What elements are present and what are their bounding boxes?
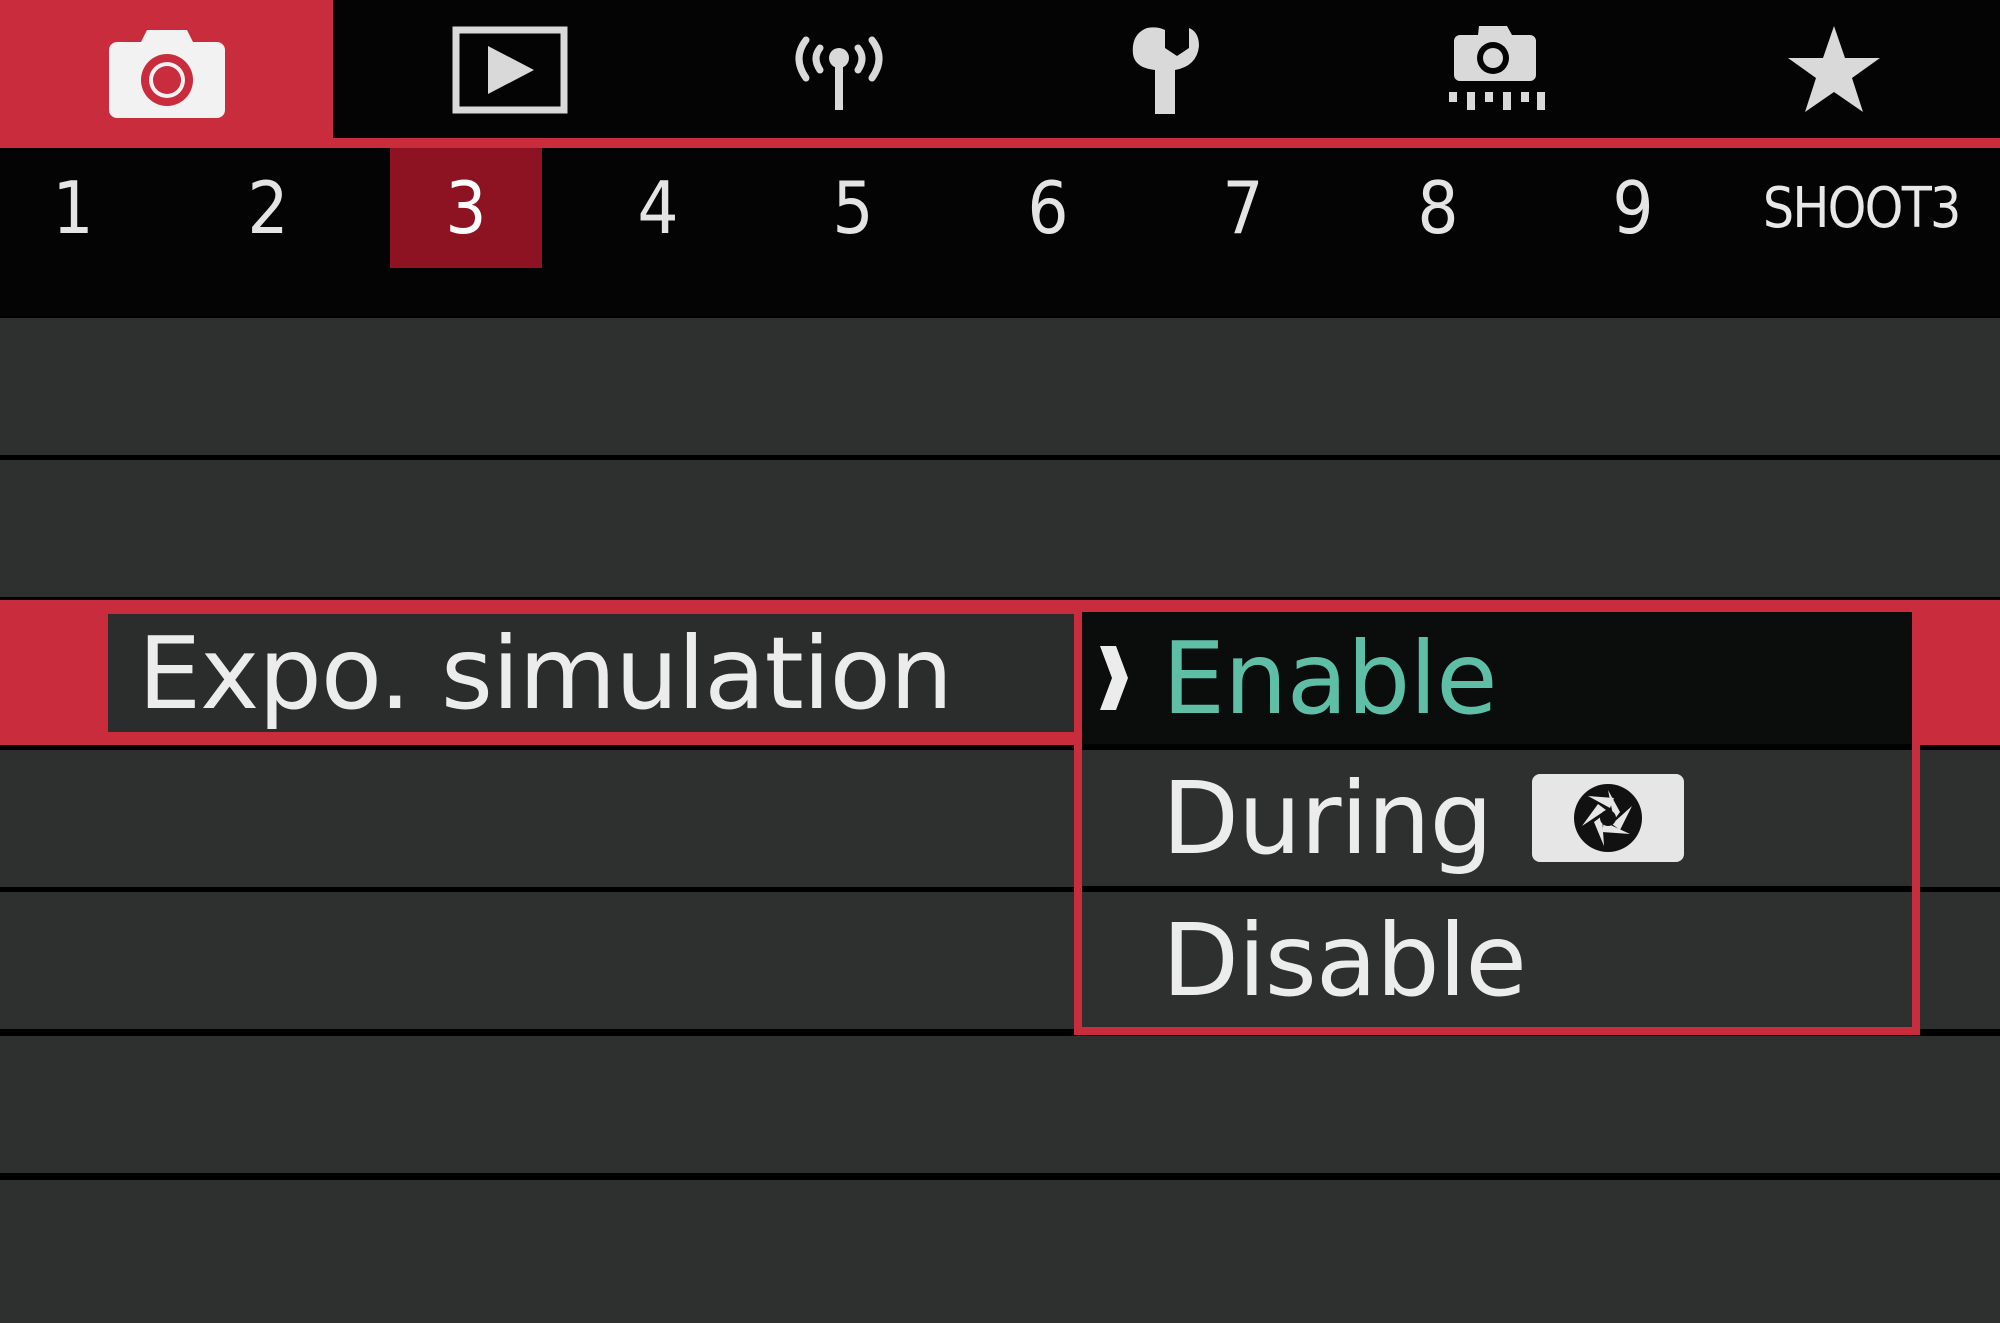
page-tab-7[interactable]: 7 [1200, 148, 1286, 268]
menu-row-empty [0, 1036, 2000, 1173]
page-tab-8[interactable]: 8 [1395, 148, 1481, 268]
menu-item-label: Expo. simulation [138, 614, 953, 732]
tab-wireless[interactable] [672, 0, 1005, 140]
option-disable[interactable]: Disable [1082, 894, 1912, 1026]
page-tab-9[interactable]: 9 [1590, 148, 1676, 268]
option-label: Enable [1162, 619, 1498, 737]
star-icon [1787, 26, 1880, 112]
page-name: SHOOT3 [1763, 175, 1962, 241]
page-tab-6[interactable]: 6 [1005, 148, 1091, 268]
page-tab-row: 1 2 3 4 5 6 7 8 9 SHOOT3 [0, 148, 2000, 316]
aperture-badge [1532, 774, 1685, 862]
tab-shooting[interactable] [0, 0, 333, 144]
dropdown-border-top [1074, 600, 1920, 612]
camera-icon [108, 30, 225, 118]
selection-pointer-icon [1100, 646, 1128, 710]
camera-menu-screen: 1 2 3 4 5 6 7 8 9 SHOOT3 Expo. simulatio… [0, 0, 2000, 1323]
menu-row-empty [0, 318, 2000, 455]
option-during[interactable]: During [1082, 752, 1912, 884]
options-dropdown: Enable During Disable [1074, 612, 1920, 1035]
category-tab-bar [0, 0, 2000, 148]
option-enable[interactable]: Enable [1082, 612, 1912, 744]
tab-setup[interactable] [1000, 0, 1333, 140]
menu-row-empty [0, 1180, 2000, 1323]
category-underline [0, 138, 2000, 148]
tab-my-menu[interactable] [1667, 0, 2000, 140]
page-tab-2[interactable]: 2 [225, 148, 311, 268]
option-label: Disable [1162, 901, 1527, 1019]
page-tab-5[interactable]: 5 [810, 148, 896, 268]
play-icon [452, 26, 567, 114]
page-tab-3[interactable]: 3 [390, 148, 542, 268]
page-tab-4[interactable]: 4 [615, 148, 701, 268]
divider [1082, 886, 1912, 892]
tab-custom-functions[interactable] [1328, 0, 1661, 140]
camera-settings-icon [1448, 26, 1545, 110]
page-tab-1[interactable]: 1 [30, 148, 116, 268]
tab-playback[interactable] [343, 0, 676, 140]
menu-item-expo-simulation[interactable]: Expo. simulation [108, 614, 1082, 732]
menu-row-empty [0, 460, 2000, 597]
option-label: During [1162, 759, 1493, 877]
wireless-icon [795, 36, 882, 110]
aperture-icon [1574, 784, 1643, 852]
divider [1082, 744, 1912, 750]
wrench-icon [1132, 27, 1199, 114]
